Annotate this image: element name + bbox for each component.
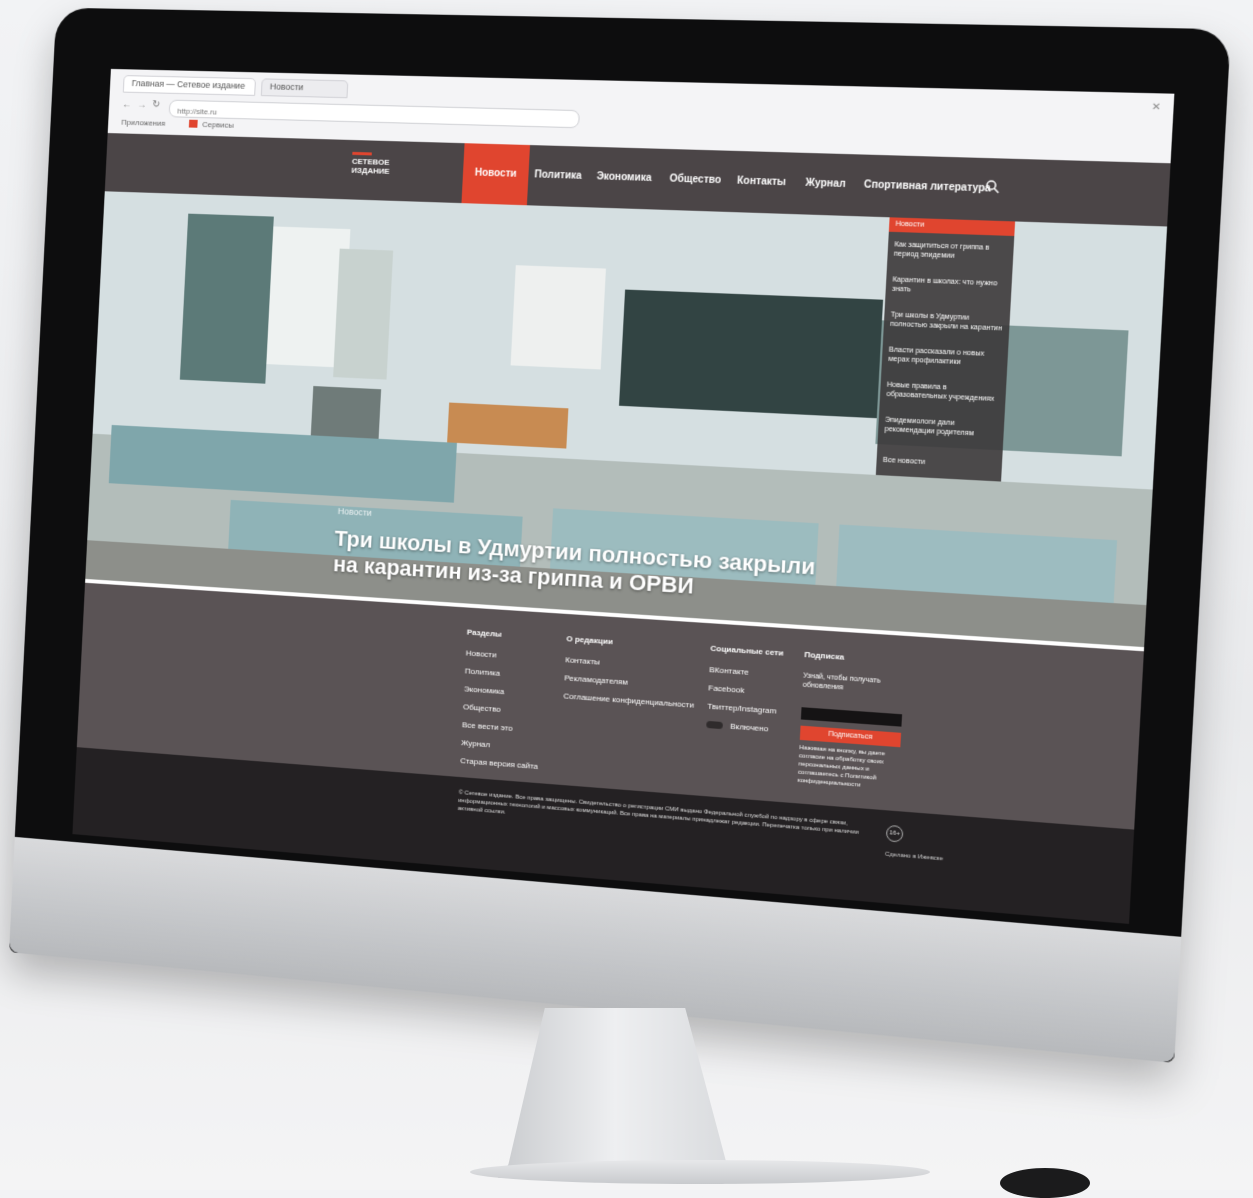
search-icon[interactable] [984,179,1000,194]
dropdown-header[interactable]: Новости [888,217,1016,237]
logo-line: ИЗДАНИЕ [351,165,390,176]
browser-tab[interactable]: Новости [260,78,349,99]
footer-social: Социальные сети ВКонтакте Facebook Твитт… [706,644,784,744]
back-icon[interactable]: ← [122,99,132,110]
mouse [1000,1168,1090,1198]
footer-heading: Социальные сети [710,643,784,658]
footer-heading: Подписка [804,649,845,662]
footer-link[interactable]: Новости [466,648,544,662]
footer-subscribe: Подписка Узнай, чтобы получать обновлени… [802,650,905,697]
dropdown-item[interactable]: Три школы в Удмуртии полностью закрыли н… [890,310,1006,333]
logo-mark-icon [352,151,372,156]
subscribe-text: Узнай, чтобы получать обновления [802,672,881,692]
subscribe-note: Нажимая на кнопку, вы даете согласие на … [797,745,886,789]
hero-kicker: Новости [337,506,372,518]
nav-item-sport-literature[interactable]: Спортивная литература [850,154,1006,221]
footer-link[interactable]: Рекламодателям [564,673,695,691]
bookmark-apps[interactable]: Приложения [121,118,165,128]
footer-link[interactable]: ВКонтакте [709,665,783,679]
footer-heading: О редакции [566,634,614,647]
footer-about: О редакции Контакты Рекламодателям Согла… [563,634,697,719]
footer-link[interactable]: Твиттер/Instagram [707,702,781,716]
footer-toggle[interactable]: Включено [706,720,780,734]
reload-icon[interactable]: ↻ [152,99,160,110]
dropdown-item[interactable]: Новые правила в образовательных учрежден… [886,380,1002,404]
nav-item-economy[interactable]: Экономика [583,147,665,210]
browser-tab[interactable]: Главная — Сетевое издание [122,75,256,96]
all-news-link[interactable]: Все новости [883,457,926,466]
footer-link[interactable]: Старая версия сайта [460,756,538,771]
nav-item-contacts[interactable]: Контакты [723,151,800,215]
news-dropdown: Новости Как защититься от гриппа в перио… [875,217,1016,482]
footer-link[interactable]: Политика [465,666,543,680]
site-logo[interactable]: СЕТЕВОЕ ИЗДАНИЕ [351,151,399,183]
footer-link[interactable]: Facebook [708,683,782,697]
footer-link[interactable]: Соглашение конфиденциальности [563,691,694,709]
made-by-link[interactable]: Сделано в Ижевске [885,852,943,863]
dropdown-item[interactable]: Как защититься от гриппа в период эпидем… [894,240,1010,263]
dropdown-item[interactable]: Эпидемиологи дали рекомендации родителям [884,416,1000,440]
dropdown-item[interactable]: Карантин в школах: что нужно знать [892,275,1008,298]
screen: Главная — Сетевое издание Новости ← → ↻ … [72,68,1175,924]
nav-item-news[interactable]: Новости [461,143,530,206]
subscribe-email-input[interactable] [800,707,903,727]
subscribe-button[interactable]: Подписаться [799,725,902,748]
footer-link[interactable]: Журнал [461,738,539,753]
bookmark-favicon-icon [188,119,198,128]
dropdown-item[interactable]: Власти рассказали о новых мерах профилак… [888,345,1004,369]
close-icon[interactable]: ✕ [1151,102,1161,114]
toggle-label: Включено [729,721,769,734]
footer-link[interactable]: Экономика [464,684,542,699]
monitor-stand [498,1008,758,1178]
footer-link[interactable]: Все вести это [462,720,540,735]
monitor-stand-base [470,1160,930,1184]
toggle-switch-icon[interactable] [706,721,723,730]
footer-link[interactable]: Контакты [565,655,696,673]
address-text: http://site.ru [177,106,218,117]
footer-link[interactable]: Общество [463,702,541,717]
age-badge: 16+ [885,824,904,843]
bookmark-services[interactable]: Сервисы [202,120,234,130]
footer-heading: Разделы [466,627,503,639]
monitor: Главная — Сетевое издание Новости ← → ↻ … [9,7,1231,1063]
forward-icon[interactable]: → [137,100,147,111]
footer-sections: Разделы Новости Политика Экономика Общес… [460,628,545,781]
